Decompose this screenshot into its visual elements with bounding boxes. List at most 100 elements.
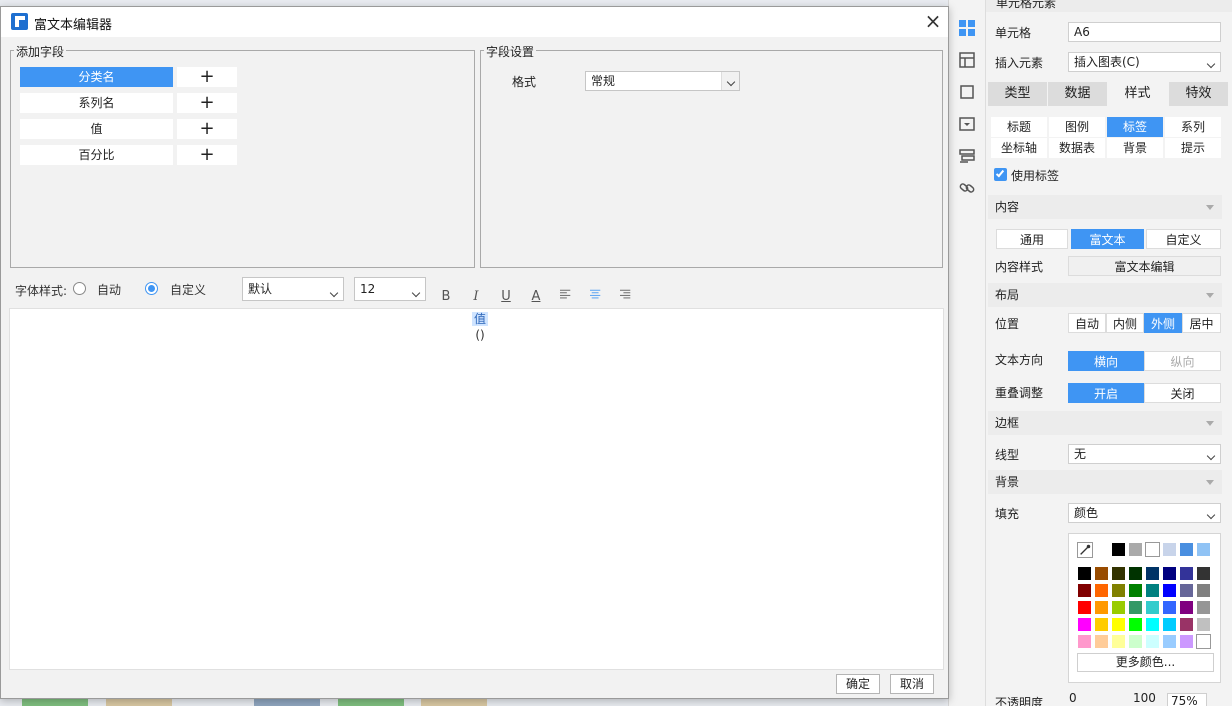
color-swatch[interactable] (1145, 617, 1160, 632)
field-category-name[interactable]: 分类名 (20, 67, 173, 87)
position-outside[interactable]: 外侧 (1144, 313, 1182, 333)
add-icon[interactable]: + (177, 93, 237, 113)
color-swatch[interactable] (1179, 600, 1194, 615)
color-swatch[interactable] (1196, 634, 1211, 649)
color-swatch[interactable] (1111, 634, 1126, 649)
color-swatch[interactable] (1162, 634, 1177, 649)
overlap-on[interactable]: 开启 (1068, 383, 1144, 403)
rich-text-edit-button[interactable]: 富文本编辑 (1068, 256, 1221, 276)
italic-icon[interactable]: I (466, 288, 486, 306)
tab-effect[interactable]: 特效 (1169, 82, 1228, 106)
tab-data[interactable]: 数据 (1048, 82, 1107, 106)
recent-color-swatch[interactable] (1162, 542, 1177, 557)
field-percent[interactable]: 百分比 (20, 145, 173, 165)
color-swatch[interactable] (1128, 600, 1143, 615)
float-element-icon[interactable] (958, 115, 976, 133)
color-swatch[interactable] (1179, 634, 1194, 649)
section-background[interactable]: 背景 (988, 470, 1222, 494)
align-right-icon[interactable] (616, 288, 636, 306)
rich-text-area[interactable]: 值 () (9, 308, 944, 670)
text-direction-vertical[interactable]: 纵向 (1144, 351, 1221, 371)
font-color-icon[interactable]: A (526, 288, 546, 306)
section-layout[interactable]: 布局 (988, 283, 1222, 307)
color-swatch[interactable] (1145, 566, 1160, 581)
color-swatch[interactable] (1128, 634, 1143, 649)
color-swatch[interactable] (1094, 583, 1109, 598)
color-swatch[interactable] (1145, 600, 1160, 615)
align-left-icon[interactable] (556, 288, 576, 306)
overlap-off[interactable]: 关闭 (1144, 383, 1221, 403)
content-mode-general[interactable]: 通用 (996, 229, 1068, 249)
fill-select[interactable]: 颜色 (1068, 503, 1221, 523)
recent-color-swatch[interactable] (1128, 542, 1143, 557)
color-swatch[interactable] (1077, 617, 1092, 632)
color-swatch[interactable] (1162, 583, 1177, 598)
radio-auto[interactable] (73, 282, 86, 295)
color-swatch[interactable] (1094, 600, 1109, 615)
color-swatch[interactable] (1077, 566, 1092, 581)
eyedropper-icon[interactable] (1077, 542, 1093, 558)
color-swatch[interactable] (1077, 583, 1092, 598)
content-mode-custom[interactable]: 自定义 (1146, 229, 1221, 249)
color-swatch[interactable] (1179, 583, 1194, 598)
color-swatch[interactable] (1094, 566, 1109, 581)
insert-element-select[interactable]: 插入图表(C) (1068, 52, 1221, 72)
color-swatch[interactable] (1111, 600, 1126, 615)
subtab-series[interactable]: 系列 (1165, 117, 1221, 137)
text-direction-horizontal[interactable]: 横向 (1068, 351, 1144, 371)
align-center-icon[interactable] (586, 288, 606, 306)
subtab-background[interactable]: 背景 (1107, 138, 1163, 158)
color-swatch[interactable] (1145, 583, 1160, 598)
layout-icon[interactable] (958, 147, 976, 165)
opacity-input[interactable]: 75% (1167, 693, 1207, 706)
subtab-axis[interactable]: 坐标轴 (991, 138, 1047, 158)
color-swatch[interactable] (1162, 617, 1177, 632)
cell-attribute-icon[interactable] (958, 51, 976, 69)
color-swatch[interactable] (1128, 617, 1143, 632)
line-type-select[interactable]: 无 (1068, 444, 1221, 464)
bold-icon[interactable]: B (436, 288, 456, 306)
radio-custom[interactable] (145, 282, 158, 295)
font-family-select[interactable]: 默认 (242, 277, 344, 301)
color-swatch[interactable] (1111, 566, 1126, 581)
color-swatch[interactable] (1111, 583, 1126, 598)
color-swatch[interactable] (1179, 617, 1194, 632)
section-content[interactable]: 内容 (988, 195, 1222, 219)
close-icon[interactable]: × (922, 11, 944, 33)
position-inside[interactable]: 内侧 (1106, 313, 1144, 333)
cancel-button[interactable]: 取消 (890, 674, 934, 694)
color-swatch[interactable] (1162, 566, 1177, 581)
color-swatch[interactable] (1196, 617, 1211, 632)
cell-element-icon[interactable] (958, 19, 976, 37)
format-select[interactable]: 常规 (585, 71, 740, 91)
recent-color-swatch[interactable] (1111, 542, 1126, 557)
color-swatch[interactable] (1128, 566, 1143, 581)
color-swatch[interactable] (1196, 600, 1211, 615)
color-swatch[interactable] (1179, 566, 1194, 581)
subtab-title[interactable]: 标题 (991, 117, 1047, 137)
position-auto[interactable]: 自动 (1068, 313, 1106, 333)
recent-color-swatch[interactable] (1196, 542, 1211, 557)
hyperlink-icon[interactable] (958, 179, 976, 197)
add-icon[interactable]: + (177, 119, 237, 139)
position-center[interactable]: 居中 (1182, 313, 1221, 333)
color-swatch[interactable] (1196, 566, 1211, 581)
color-swatch[interactable] (1094, 634, 1109, 649)
color-swatch[interactable] (1145, 634, 1160, 649)
section-border[interactable]: 边框 (988, 411, 1222, 435)
tab-style[interactable]: 样式 (1108, 82, 1167, 106)
recent-color-swatch[interactable] (1145, 542, 1160, 557)
recent-color-swatch[interactable] (1179, 542, 1194, 557)
underline-icon[interactable]: U (496, 288, 516, 306)
color-swatch[interactable] (1077, 634, 1092, 649)
subtab-label[interactable]: 标签 (1107, 117, 1163, 137)
value-token[interactable]: 值 (472, 312, 488, 326)
widget-icon[interactable] (958, 83, 976, 101)
color-swatch[interactable] (1196, 583, 1211, 598)
font-size-select[interactable]: 12 (354, 277, 426, 301)
color-swatch[interactable] (1077, 600, 1092, 615)
subtab-legend[interactable]: 图例 (1049, 117, 1105, 137)
more-colors-button[interactable]: 更多颜色... (1077, 653, 1214, 672)
subtab-datasheet[interactable]: 数据表 (1049, 138, 1105, 158)
color-swatch[interactable] (1162, 600, 1177, 615)
